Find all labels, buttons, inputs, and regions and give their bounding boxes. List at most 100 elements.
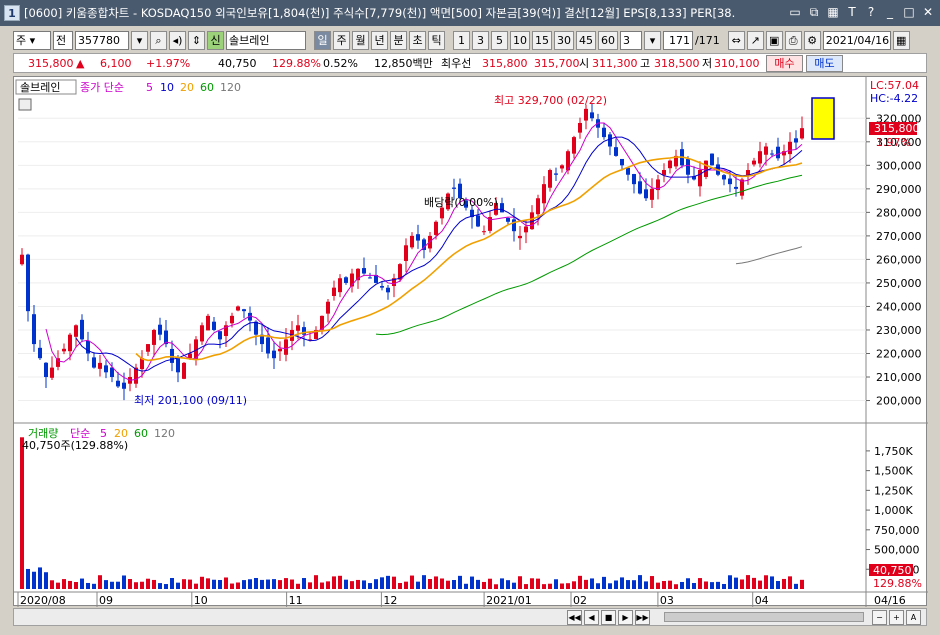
period-tick-button[interactable]: 틱 [428,30,445,50]
zoom-icon[interactable]: ⇔ [727,30,745,50]
period-minute-button[interactable]: 분 [390,30,407,50]
candlestick-chart[interactable]: 320,000310,000300,000290,000280,000270,0… [14,77,928,607]
stock-code-input[interactable]: 357780 [75,30,129,50]
period-day-button[interactable]: 일 [314,30,331,50]
scroll-last-icon[interactable]: ▶▶ [635,610,650,625]
price-tick-label: 270,000 [876,230,922,243]
scroll-track[interactable] [664,612,864,622]
candle-body [740,179,744,196]
period-year-button[interactable]: 년 [371,30,388,50]
draw-tool-icon[interactable]: ↗ [746,30,764,50]
zoom-in-icon[interactable]: + [889,610,904,625]
candle-body [440,207,444,219]
candle-body [752,160,756,165]
interval-input[interactable]: 3 [620,30,642,50]
buy-button[interactable]: 매수 [766,55,803,72]
window-tile-icon[interactable]: ▦ [825,4,841,21]
open-label: 시 [579,57,590,70]
candle [560,164,564,173]
print-icon[interactable]: ⎙ [784,30,802,50]
candle-body [266,337,270,354]
count-input[interactable]: 171 [663,30,693,50]
sell-button[interactable]: 매도 [806,55,843,72]
sound-icon[interactable]: ◂) [169,30,186,50]
candle-body [542,184,546,204]
x-tick-label: 10 [194,594,208,607]
scroll-stop-icon[interactable]: ■ [601,610,616,625]
candle-body [500,203,504,213]
interval-1-button[interactable]: 1 [453,30,470,50]
prev-next-icon[interactable]: ⇕ [188,30,205,50]
chart-scrollbar[interactable]: ◀◀ ◀ ■ ▶ ▶▶ − + A [13,608,927,626]
dividend-arrow-icon: ⇩ [432,226,441,239]
interval-30-button[interactable]: 30 [554,30,574,50]
volume-bar [104,580,108,589]
volume-bar [524,584,528,589]
market-type-select[interactable]: 주 ▾ [13,30,51,50]
zoom-out-icon[interactable]: − [872,610,887,625]
chart-table-icon[interactable] [18,98,32,111]
candle-body [368,277,372,279]
order-box-marker[interactable] [811,97,835,140]
price-tick-label: 250,000 [876,277,922,290]
current-pct-label: 1.97% [876,136,911,149]
scroll-prev-icon[interactable]: ◀ [584,610,599,625]
save-icon[interactable]: ▣ [765,30,783,50]
candle [410,232,414,250]
volume-bar [542,584,546,589]
code-dropdown-icon[interactable]: ▾ [131,30,148,50]
volume-bar [164,584,168,589]
candle-body [788,141,792,155]
volume-bar [350,581,354,589]
scroll-next-icon[interactable]: ▶ [618,610,633,625]
ma-line-10 [75,136,803,372]
interval-3-button[interactable]: 3 [472,30,489,50]
period-week-button[interactable]: 주 [333,30,350,50]
dividend-annotation: 배당락(0.00%) [424,196,498,209]
volume-bar [506,580,510,589]
gear-icon[interactable]: ⚙ [803,30,821,50]
chart-area[interactable]: 320,000 310,000 300,000 290,000 280,000 270,0… [13,76,928,607]
interval-dropdown-icon[interactable]: ▾ [644,30,661,50]
date-input[interactable]: 2021/04/16 [822,30,891,50]
x-tick-label: 02 [573,594,587,607]
minimize-icon[interactable]: _ [882,4,898,21]
auto-scale-icon[interactable]: A [906,610,921,625]
candle [476,209,480,228]
volume-bar [554,579,558,589]
interval-45-button[interactable]: 45 [576,30,596,50]
window-restore-icon[interactable]: ▭ [787,4,803,21]
hc-label: HC:-4.22 [870,92,918,105]
volume-bar [776,580,780,589]
volume-bar [716,581,720,589]
volume-bar [692,582,696,589]
period-month-button[interactable]: 월 [352,30,369,50]
volume-bar [266,579,270,589]
maximize-icon[interactable]: □ [901,4,917,21]
close-icon[interactable]: ✕ [920,4,936,21]
help-icon[interactable]: ? [863,4,879,21]
calendar-icon[interactable]: ▦ [892,30,910,50]
all-select[interactable]: 전 [53,30,73,50]
scroll-first-icon[interactable]: ◀◀ [567,610,582,625]
candle [656,174,660,200]
interval-60-button[interactable]: 60 [598,30,618,50]
volume-bar [434,576,438,589]
price-tick-label: 290,000 [876,183,922,196]
interval-5-button[interactable]: 5 [491,30,508,50]
period-second-button[interactable]: 초 [409,30,426,50]
candle [374,264,378,284]
window-font-icon[interactable]: T [844,4,860,21]
volume-bar [356,579,360,589]
ma-line-120 [735,246,803,265]
volume-bar [296,583,300,589]
interval-10-button[interactable]: 10 [510,30,530,50]
search-icon[interactable]: ⌕ [150,30,167,50]
volume-bar [86,582,90,589]
interval-15-button[interactable]: 15 [532,30,552,50]
lc-label: LC:57.04 [870,79,919,92]
candle-body [26,254,30,312]
candle-body [416,234,420,241]
new-listing-badge: 신 [207,30,224,50]
window-link-icon[interactable]: ⧉ [806,4,822,21]
